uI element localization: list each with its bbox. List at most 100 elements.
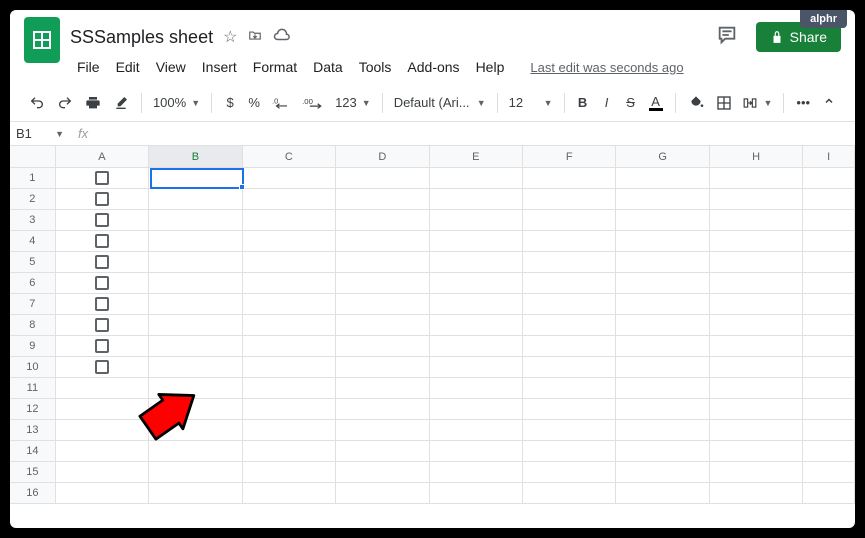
cell-G11[interactable]	[616, 378, 709, 399]
cell-D7[interactable]	[336, 294, 429, 315]
cell-D10[interactable]	[336, 357, 429, 378]
cell-B3[interactable]	[149, 210, 242, 231]
menu-addons[interactable]: Add-ons	[400, 56, 466, 78]
italic-button[interactable]: I	[596, 90, 618, 115]
cell-E15[interactable]	[430, 462, 523, 483]
undo-icon[interactable]	[24, 90, 50, 116]
cell-A11[interactable]	[56, 378, 149, 399]
cell-I3[interactable]	[803, 210, 855, 231]
cell-I1[interactable]	[803, 168, 855, 189]
cell-E1[interactable]	[430, 168, 523, 189]
comments-icon[interactable]	[716, 24, 738, 51]
cell-C8[interactable]	[243, 315, 336, 336]
cell-F12[interactable]	[523, 399, 616, 420]
cell-B10[interactable]	[149, 357, 242, 378]
menu-view[interactable]: View	[149, 56, 193, 78]
row-header[interactable]: 15	[10, 462, 56, 483]
checkbox[interactable]	[95, 213, 109, 227]
cell-I2[interactable]	[803, 189, 855, 210]
cell-I9[interactable]	[803, 336, 855, 357]
checkbox[interactable]	[95, 255, 109, 269]
more-toolbar-button[interactable]: •••	[791, 90, 815, 115]
cell-H1[interactable]	[710, 168, 803, 189]
cell-D11[interactable]	[336, 378, 429, 399]
checkbox[interactable]	[95, 234, 109, 248]
document-title[interactable]: SSSamples sheet	[70, 27, 213, 48]
row-header[interactable]: 13	[10, 420, 56, 441]
cell-A8[interactable]	[56, 315, 149, 336]
cell-B15[interactable]	[149, 462, 242, 483]
redo-icon[interactable]	[52, 90, 78, 116]
row-header[interactable]: 10	[10, 357, 56, 378]
cell-F5[interactable]	[523, 252, 616, 273]
col-header-H[interactable]: H	[710, 146, 803, 167]
cell-D1[interactable]	[336, 168, 429, 189]
formula-input[interactable]	[96, 122, 855, 145]
cell-E16[interactable]	[430, 483, 523, 504]
cell-B7[interactable]	[149, 294, 242, 315]
cell-G12[interactable]	[616, 399, 709, 420]
cell-I8[interactable]	[803, 315, 855, 336]
cell-G13[interactable]	[616, 420, 709, 441]
increase-decimal-button[interactable]: .00	[297, 91, 329, 115]
cell-D3[interactable]	[336, 210, 429, 231]
name-box[interactable]: B1 ▼	[10, 126, 70, 141]
cell-G6[interactable]	[616, 273, 709, 294]
font-family-dropdown[interactable]: Default (Ari...▼	[390, 92, 490, 113]
cell-I4[interactable]	[803, 231, 855, 252]
cell-F15[interactable]	[523, 462, 616, 483]
cell-A10[interactable]	[56, 357, 149, 378]
text-color-button[interactable]: A	[644, 90, 668, 116]
cell-I13[interactable]	[803, 420, 855, 441]
cell-F14[interactable]	[523, 441, 616, 462]
zoom-dropdown[interactable]: 100%▼	[149, 92, 204, 113]
col-header-I[interactable]: I	[803, 146, 855, 167]
cell-A6[interactable]	[56, 273, 149, 294]
cell-B13[interactable]	[149, 420, 242, 441]
cell-I6[interactable]	[803, 273, 855, 294]
cell-D14[interactable]	[336, 441, 429, 462]
cell-G5[interactable]	[616, 252, 709, 273]
cell-G14[interactable]	[616, 441, 709, 462]
cell-E8[interactable]	[430, 315, 523, 336]
cell-C13[interactable]	[243, 420, 336, 441]
cell-B14[interactable]	[149, 441, 242, 462]
cell-A7[interactable]	[56, 294, 149, 315]
cell-I7[interactable]	[803, 294, 855, 315]
cell-F10[interactable]	[523, 357, 616, 378]
cell-F11[interactable]	[523, 378, 616, 399]
cell-B4[interactable]	[149, 231, 242, 252]
cell-C11[interactable]	[243, 378, 336, 399]
cell-H7[interactable]	[710, 294, 803, 315]
cell-A4[interactable]	[56, 231, 149, 252]
row-header[interactable]: 16	[10, 483, 56, 504]
cell-E11[interactable]	[430, 378, 523, 399]
cloud-status-icon[interactable]	[273, 28, 291, 47]
cell-E4[interactable]	[430, 231, 523, 252]
cell-G10[interactable]	[616, 357, 709, 378]
cell-C14[interactable]	[243, 441, 336, 462]
cell-A1[interactable]	[56, 168, 149, 189]
cell-C16[interactable]	[243, 483, 336, 504]
cell-H14[interactable]	[710, 441, 803, 462]
cell-A5[interactable]	[56, 252, 149, 273]
cell-C5[interactable]	[243, 252, 336, 273]
cell-I10[interactable]	[803, 357, 855, 378]
row-header[interactable]: 3	[10, 210, 56, 231]
cell-C12[interactable]	[243, 399, 336, 420]
cell-E3[interactable]	[430, 210, 523, 231]
cell-H9[interactable]	[710, 336, 803, 357]
col-header-C[interactable]: C	[243, 146, 336, 167]
cell-C7[interactable]	[243, 294, 336, 315]
cell-D5[interactable]	[336, 252, 429, 273]
cell-G2[interactable]	[616, 189, 709, 210]
cell-B8[interactable]	[149, 315, 242, 336]
star-icon[interactable]: ☆	[223, 27, 237, 47]
cell-A15[interactable]	[56, 462, 149, 483]
cell-F16[interactable]	[523, 483, 616, 504]
cell-E5[interactable]	[430, 252, 523, 273]
cell-C9[interactable]	[243, 336, 336, 357]
cell-H8[interactable]	[710, 315, 803, 336]
row-header[interactable]: 6	[10, 273, 56, 294]
last-edit-link[interactable]: Last edit was seconds ago	[523, 57, 690, 78]
